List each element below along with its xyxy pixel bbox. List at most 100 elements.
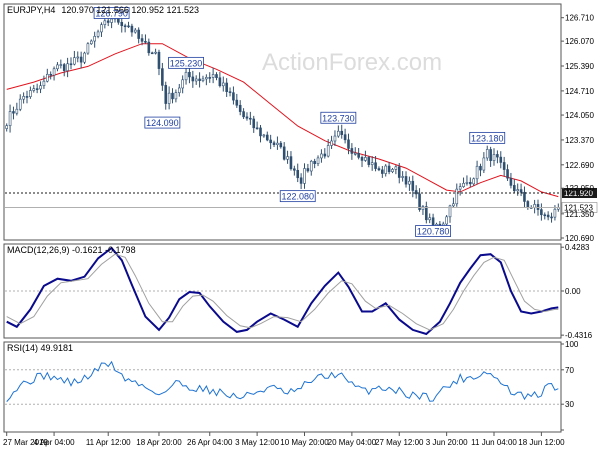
macd-y-tick-label: 0.00 bbox=[565, 287, 581, 296]
candle-body-down bbox=[343, 134, 347, 141]
candle-body-up bbox=[286, 156, 289, 160]
price-y-tick-label: 121.350 bbox=[565, 210, 594, 219]
candle-body-up bbox=[100, 24, 103, 33]
x-tick-label: 18 Apr 20:00 bbox=[136, 438, 182, 447]
x-tick-label: 4 Apr 04:00 bbox=[34, 438, 75, 447]
candle-body-down bbox=[191, 76, 195, 82]
candle-body-down bbox=[272, 142, 276, 146]
candle-body-up bbox=[154, 51, 157, 54]
candle-body-down bbox=[171, 92, 174, 100]
candle-body-down bbox=[188, 71, 191, 78]
price-y-tick-label: 125.390 bbox=[565, 62, 594, 71]
candle-body-up bbox=[452, 203, 455, 207]
candle-body-up bbox=[29, 90, 32, 97]
rsi-y-tick-label: 100 bbox=[565, 340, 579, 349]
candle-body-down bbox=[489, 149, 492, 161]
candle-body-up bbox=[221, 82, 225, 87]
candle-body-up bbox=[133, 29, 137, 33]
candle bbox=[83, 51, 86, 65]
candle-body-down bbox=[259, 127, 262, 137]
macd-y-tick-label: 0.4283 bbox=[565, 243, 590, 252]
candle-body-down bbox=[137, 29, 140, 39]
candle-body-down bbox=[62, 64, 66, 71]
candle-body-up bbox=[5, 125, 8, 129]
candle-body-down bbox=[313, 160, 316, 165]
candle-body-up bbox=[93, 36, 96, 42]
candle-body-down bbox=[79, 56, 83, 63]
candle-body-down bbox=[296, 169, 300, 179]
candle-body-up bbox=[22, 96, 25, 100]
candle-body-down bbox=[550, 216, 553, 219]
candle-body-down bbox=[147, 41, 151, 54]
candle-body-up bbox=[184, 71, 188, 81]
candle-body-down bbox=[255, 127, 259, 130]
candle-body-up bbox=[73, 57, 76, 65]
candle-body-up bbox=[384, 165, 388, 174]
candle-body-down bbox=[523, 191, 526, 202]
candle-body-down bbox=[69, 63, 73, 66]
candle-body-down bbox=[208, 77, 212, 79]
candle-body-down bbox=[387, 165, 391, 173]
candle-body-up bbox=[32, 88, 36, 91]
candle-body-down bbox=[306, 168, 310, 172]
candle-body-down bbox=[25, 96, 29, 98]
candle-body-up bbox=[86, 43, 90, 54]
candle bbox=[445, 214, 448, 226]
candle-body-up bbox=[39, 85, 42, 90]
macd-y-tick-label: -0.4316 bbox=[565, 331, 593, 340]
candle-body-down bbox=[242, 111, 245, 118]
candle-body-down bbox=[357, 153, 360, 158]
candle-body-up bbox=[309, 160, 313, 172]
candle-body-down bbox=[323, 153, 327, 157]
candle-body-up bbox=[177, 87, 181, 93]
candle-body-down bbox=[404, 176, 408, 185]
candle-body-up bbox=[353, 153, 357, 155]
candle-body-down bbox=[265, 134, 269, 141]
candle-body-up bbox=[181, 79, 184, 89]
candle-body-down bbox=[49, 73, 52, 76]
candle-body-down bbox=[215, 74, 218, 79]
candle-body-up bbox=[46, 73, 49, 82]
x-tick-label: 3 Jun 20:00 bbox=[426, 438, 468, 447]
forex-chart: ActionForex.com 121.920121.523 126.79012… bbox=[0, 0, 600, 450]
candle-body-down bbox=[249, 117, 252, 120]
candle-body-down bbox=[120, 21, 124, 27]
candle-body-up bbox=[205, 77, 208, 80]
candle-body-down bbox=[144, 41, 147, 43]
candle-body-up bbox=[262, 134, 266, 137]
candle-body-down bbox=[232, 92, 235, 101]
candle-body-down bbox=[350, 148, 354, 154]
candle-body-down bbox=[282, 146, 286, 160]
price-y-tick-label: 124.050 bbox=[565, 111, 594, 120]
candle-body-down bbox=[414, 190, 418, 195]
price-panel-frame bbox=[3, 3, 562, 241]
candle-body-up bbox=[472, 178, 476, 185]
x-tick-label: 3 May 12:00 bbox=[235, 438, 280, 447]
candle-body-up bbox=[15, 108, 19, 114]
candle-body-down bbox=[238, 104, 242, 112]
level-annotation-label: 122.080 bbox=[281, 192, 314, 202]
x-tick-label: 20 May 04:00 bbox=[328, 438, 377, 447]
candle-body-up bbox=[201, 78, 205, 81]
candle-body-up bbox=[394, 166, 398, 170]
candle-body-up bbox=[370, 162, 374, 165]
candle-body-down bbox=[347, 139, 350, 149]
candle-body-down bbox=[381, 169, 384, 174]
candle-body-down bbox=[127, 25, 130, 28]
macd-label: MACD(12,26,9) -0.1621 -0.1798 bbox=[7, 245, 136, 255]
candle-body-down bbox=[279, 142, 283, 148]
candle-body-down bbox=[506, 169, 509, 179]
candle-body-up bbox=[8, 111, 12, 126]
candle-body-up bbox=[462, 182, 465, 187]
candle-body-up bbox=[485, 149, 489, 159]
candle-body-down bbox=[496, 154, 499, 158]
candle-body-down bbox=[519, 189, 523, 193]
watermark: ActionForex.com bbox=[262, 49, 442, 76]
candle-body-up bbox=[475, 165, 479, 180]
candle-body-down bbox=[299, 177, 303, 184]
candle-body-up bbox=[276, 142, 279, 146]
candle-body-down bbox=[411, 180, 415, 191]
candle-body-down bbox=[130, 25, 134, 33]
candle-body-up bbox=[42, 80, 46, 87]
candle-body-up bbox=[110, 18, 113, 23]
